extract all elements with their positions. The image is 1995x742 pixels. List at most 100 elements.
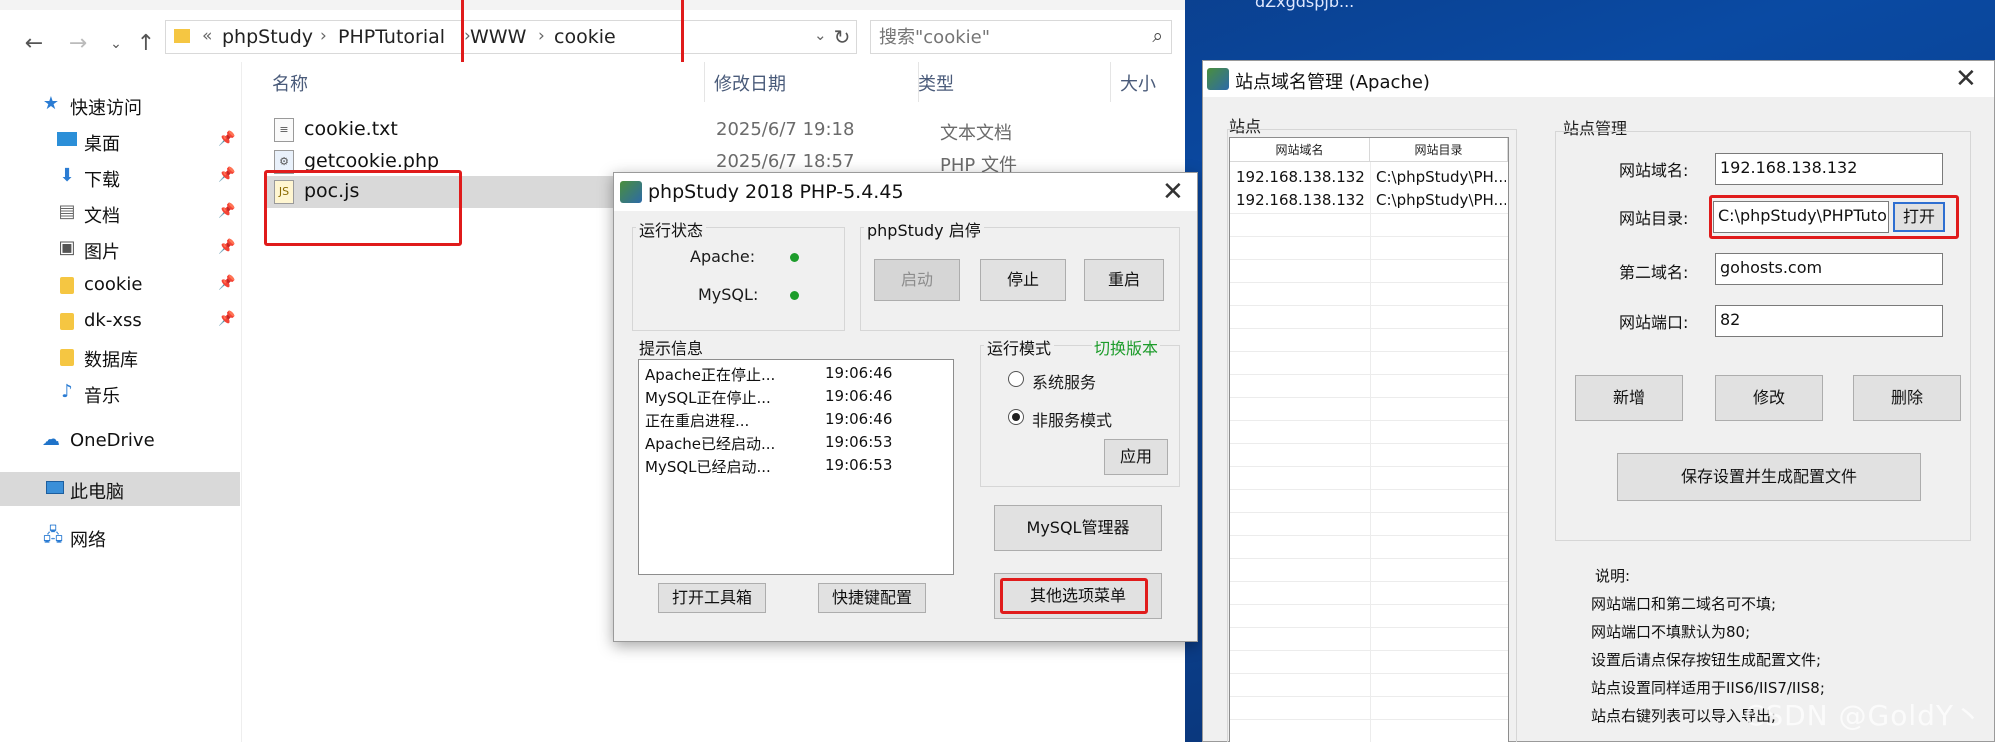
close-icon[interactable]: ✕ bbox=[1162, 177, 1184, 207]
sidebar-item-onedrive[interactable]: ☁ OneDrive bbox=[0, 424, 240, 458]
radio-system-service[interactable] bbox=[1008, 371, 1024, 387]
picture-icon: ▣ bbox=[58, 237, 76, 258]
folder-icon bbox=[174, 29, 190, 43]
log-line: Apache正在停止... 19:06:46 bbox=[645, 364, 945, 385]
sidebar-item-desktop[interactable]: 桌面 📌 bbox=[0, 124, 240, 158]
column-header-size[interactable]: 大小 bbox=[1120, 70, 1156, 96]
search-input[interactable] bbox=[879, 25, 1129, 49]
phpstudy-app-icon bbox=[620, 181, 642, 203]
address-dropdown-icon[interactable]: ⌄ bbox=[814, 26, 827, 44]
grid-line bbox=[1230, 558, 1508, 559]
column-divider[interactable] bbox=[704, 62, 705, 102]
dir-label: 网站目录: bbox=[1619, 209, 1689, 228]
log-text: MySQL已经启动... bbox=[645, 458, 771, 476]
sidebar-item-dk-xss[interactable]: dk-xss 📌 bbox=[0, 304, 240, 338]
log-line: 正在重启进程... 19:06:46 bbox=[645, 410, 945, 431]
folder-icon bbox=[60, 349, 74, 366]
highlight-box-poc-js bbox=[264, 170, 462, 246]
refresh-icon[interactable]: ↻ bbox=[828, 21, 856, 53]
pin-icon[interactable]: 📌 bbox=[218, 203, 235, 219]
second-domain-label: 第二域名: bbox=[1619, 263, 1689, 282]
column-header-date[interactable]: 修改日期 bbox=[714, 70, 786, 96]
note-heading: 说明: bbox=[1595, 567, 1631, 585]
edit-site-button[interactable]: 修改 bbox=[1715, 375, 1823, 421]
add-site-button[interactable]: 新增 bbox=[1575, 375, 1683, 421]
search-box[interactable]: ⌕ bbox=[870, 20, 1172, 54]
open-toolbox-button[interactable]: 打开工具箱 bbox=[658, 583, 766, 613]
site-dir-cell[interactable]: C:\phpStudy\PH... bbox=[1376, 191, 1506, 209]
pin-icon[interactable]: 📌 bbox=[218, 239, 235, 255]
back-arrow-icon[interactable]: ← bbox=[22, 32, 46, 56]
log-text: MySQL正在停止... bbox=[645, 389, 771, 407]
highlight-box-dir bbox=[1709, 195, 1959, 239]
sidebar-item-pictures[interactable]: ▣ 图片 📌 bbox=[0, 232, 240, 266]
info-log-box[interactable]: Apache正在停止... 19:06:46 MySQL正在停止... 19:06:… bbox=[638, 359, 954, 575]
breadcrumb-overflow[interactable]: « bbox=[202, 26, 212, 46]
sidebar-item-this-pc[interactable]: 此电脑 bbox=[0, 472, 240, 506]
sidebar-item-cookie[interactable]: cookie 📌 bbox=[0, 268, 240, 302]
title-bar[interactable]: 站点域名管理 (Apache) ✕ bbox=[1203, 61, 1994, 97]
sidebar-item-label: 此电脑 bbox=[70, 482, 124, 503]
port-field[interactable]: 82 bbox=[1715, 305, 1943, 337]
site-domain-cell[interactable]: 192.168.138.132 bbox=[1236, 168, 1368, 186]
up-arrow-icon[interactable]: ↑ bbox=[134, 32, 158, 56]
window-title: phpStudy 2018 PHP-5.4.45 bbox=[648, 181, 904, 203]
breadcrumb-phpstudy[interactable]: phpStudy bbox=[222, 26, 313, 48]
sidebar-item-database[interactable]: 数据库 bbox=[0, 340, 240, 374]
file-row-cookie-txt[interactable]: ≡ cookie.txt 2025/6/7 19:18 文本文档 bbox=[264, 114, 1169, 146]
breadcrumb-phptutorial[interactable]: PHPTutorial bbox=[338, 26, 445, 48]
sidebar-item-network[interactable]: 🖧 网络 bbox=[0, 520, 240, 554]
grid-line bbox=[1230, 719, 1508, 720]
apply-button[interactable]: 应用 bbox=[1104, 439, 1168, 475]
column-header-domain[interactable]: 网站域名 bbox=[1230, 138, 1370, 162]
site-domain-cell[interactable]: 192.168.138.132 bbox=[1236, 191, 1368, 209]
sidebar-item-downloads[interactable]: ⬇ 下载 📌 bbox=[0, 160, 240, 194]
folder-icon bbox=[60, 277, 74, 294]
sidebar-item-quick-access[interactable]: ★ 快速访问 bbox=[0, 88, 240, 122]
radio-non-service[interactable] bbox=[1008, 409, 1024, 425]
switch-version-link[interactable]: 切换版本 bbox=[1092, 335, 1161, 359]
sidebar-item-label: cookie bbox=[84, 274, 143, 295]
pin-icon[interactable]: 📌 bbox=[218, 131, 235, 147]
close-icon[interactable]: ✕ bbox=[1955, 64, 1977, 94]
sidebar-item-documents[interactable]: ▤ 文档 📌 bbox=[0, 196, 240, 230]
sidebar-item-label: 数据库 bbox=[84, 350, 138, 371]
sites-table[interactable]: 网站域名 网站目录 192.168.138.132 C:\phpStudy\PH… bbox=[1229, 137, 1509, 742]
window-title: 站点域名管理 (Apache) bbox=[1235, 72, 1430, 93]
log-text: Apache正在停止... bbox=[645, 366, 776, 384]
column-header-dir[interactable]: 网站目录 bbox=[1370, 138, 1508, 162]
pin-icon[interactable]: 📌 bbox=[218, 167, 235, 183]
sidebar-item-music[interactable]: ♪ 音乐 bbox=[0, 376, 240, 410]
second-domain-field[interactable]: gohosts.com bbox=[1715, 253, 1943, 285]
group-label: 运行状态 bbox=[636, 217, 707, 241]
start-button[interactable]: 启动 bbox=[874, 259, 960, 301]
log-time: 19:06:46 bbox=[825, 364, 893, 382]
recent-dropdown-icon[interactable]: ⌄ bbox=[104, 32, 128, 56]
search-icon[interactable]: ⌕ bbox=[1152, 25, 1163, 47]
site-dir-cell[interactable]: C:\phpStudy\PH... bbox=[1376, 168, 1506, 186]
log-time: 19:06:53 bbox=[825, 433, 893, 451]
shortcut-config-button[interactable]: 快捷键配置 bbox=[818, 583, 926, 613]
domain-field[interactable]: 192.168.138.132 bbox=[1715, 153, 1943, 185]
grid-line bbox=[1230, 351, 1508, 352]
log-line: MySQL已经启动... 19:06:53 bbox=[645, 456, 945, 477]
column-divider[interactable] bbox=[1110, 62, 1111, 102]
save-config-button[interactable]: 保存设置并生成配置文件 bbox=[1617, 453, 1921, 501]
sidebar-item-label: 网络 bbox=[70, 530, 106, 551]
delete-site-button[interactable]: 删除 bbox=[1853, 375, 1961, 421]
column-header-type[interactable]: 类型 bbox=[918, 70, 954, 96]
mysql-manager-button[interactable]: MySQL管理器 bbox=[994, 505, 1162, 551]
pin-icon[interactable]: 📌 bbox=[218, 311, 235, 327]
grid-line bbox=[1230, 650, 1508, 651]
watermark-text: CSDN @GoldY丶 bbox=[1744, 699, 1983, 732]
pin-icon[interactable]: 📌 bbox=[218, 275, 235, 291]
sidebar-item-label: 快速访问 bbox=[70, 98, 142, 119]
grid-line bbox=[1230, 374, 1508, 375]
restart-button[interactable]: 重启 bbox=[1084, 259, 1164, 301]
title-bar[interactable]: phpStudy 2018 PHP-5.4.45 ✕ bbox=[614, 173, 1197, 211]
stop-button[interactable]: 停止 bbox=[980, 259, 1066, 301]
column-header-name[interactable]: 名称 bbox=[272, 70, 308, 96]
chevron-right-icon[interactable]: › bbox=[320, 26, 327, 46]
forward-arrow-icon[interactable]: → bbox=[66, 32, 90, 56]
grid-line bbox=[1230, 328, 1508, 329]
